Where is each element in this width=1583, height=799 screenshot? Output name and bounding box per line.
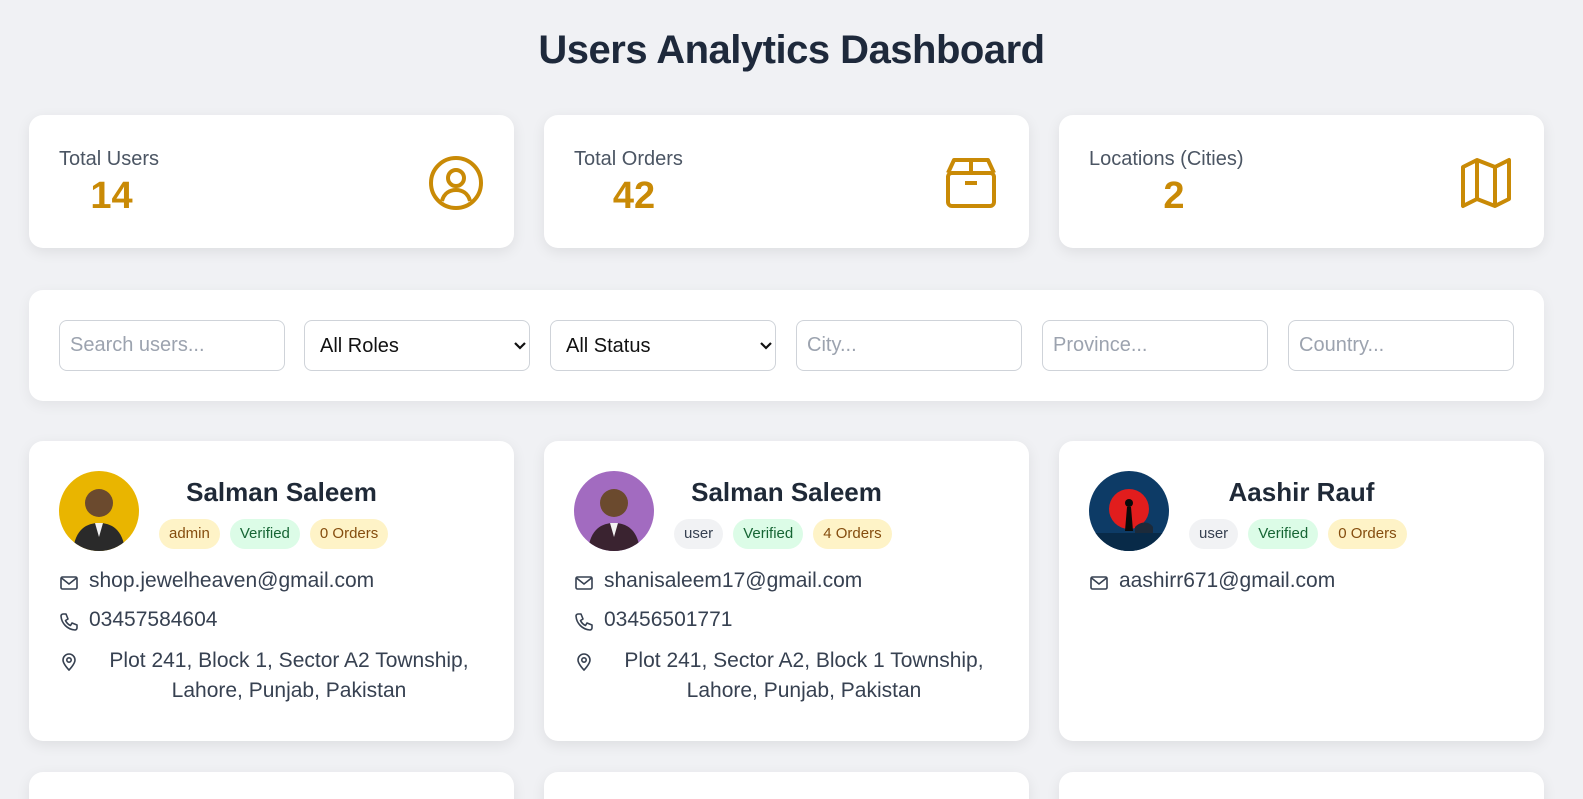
user-card[interactable]: Salman Saleem admin Verified 0 Orders sh…	[29, 441, 514, 741]
mail-icon	[575, 576, 593, 590]
user-card[interactable]: Salman Saleem user Verified 4 Orders sha…	[544, 441, 1029, 741]
status-badge: Verified	[733, 519, 804, 549]
filter-bar: All Roles All Status	[29, 290, 1544, 401]
stat-label: Total Orders	[574, 148, 683, 170]
province-input[interactable]	[1042, 320, 1268, 371]
orders-badge: 4 Orders	[813, 519, 892, 549]
map-icon	[1461, 158, 1511, 208]
user-circle-icon	[429, 156, 483, 210]
city-input[interactable]	[796, 320, 1022, 371]
user-name: Salman Saleem	[691, 477, 882, 507]
user-email: aashirr671@gmail.com	[1119, 569, 1336, 592]
stat-card-total-orders: Total Orders 42	[544, 115, 1029, 248]
user-phone: 03457584604	[89, 608, 218, 631]
avatar	[1089, 471, 1169, 551]
user-name: Aashir Rauf	[1228, 477, 1375, 507]
mail-icon	[1090, 576, 1108, 590]
badge-group: user Verified 0 Orders	[1189, 519, 1407, 549]
stat-value: 2	[1163, 175, 1185, 217]
badge-group: admin Verified 0 Orders	[159, 519, 389, 549]
mail-icon	[60, 576, 78, 590]
orders-badge: 0 Orders	[309, 519, 389, 549]
stat-value: 14	[90, 175, 133, 217]
badge-group: user Verified 4 Orders	[674, 519, 892, 549]
role-badge: user	[1189, 519, 1239, 549]
search-input[interactable]	[59, 320, 285, 371]
orders-badge: 0 Orders	[1328, 519, 1407, 549]
box-icon	[946, 158, 996, 208]
stat-value: 42	[612, 175, 656, 217]
user-card[interactable]: Aashir Rauf user Verified 0 Orders aashi…	[1059, 441, 1544, 741]
stat-card-locations: Locations (Cities) 2	[1059, 115, 1544, 248]
user-address: Plot 241, Block 1, Sector A2 Township, L…	[109, 649, 469, 702]
location-pin-icon	[577, 653, 591, 672]
role-badge: admin	[159, 519, 220, 549]
stat-label: Locations (Cities)	[1089, 148, 1244, 170]
phone-icon	[575, 613, 593, 631]
user-email: shop.jewelheaven@gmail.com	[89, 569, 375, 592]
user-email: shanisaleem17@gmail.com	[604, 569, 863, 592]
stat-label: Total Users	[59, 148, 160, 170]
location-pin-icon	[62, 653, 76, 672]
stat-card-total-users: Total Users 14	[29, 115, 514, 248]
status-select[interactable]: All Status	[550, 320, 776, 371]
user-card[interactable]	[29, 772, 514, 799]
role-badge: user	[674, 519, 724, 549]
user-phone: 03456501771	[604, 608, 733, 631]
user-name: Salman Saleem	[186, 477, 377, 507]
phone-icon	[60, 613, 78, 631]
avatar	[574, 471, 654, 551]
user-card[interactable]	[1059, 772, 1544, 799]
page-title: Users Analytics Dashboard	[538, 28, 1045, 72]
status-badge: Verified	[229, 519, 300, 549]
status-badge: Verified	[1248, 519, 1319, 549]
avatar	[59, 471, 139, 551]
role-select[interactable]: All Roles	[304, 320, 530, 371]
country-input[interactable]	[1288, 320, 1514, 371]
user-address: Plot 241, Sector A2, Block 1 Township, L…	[624, 649, 984, 702]
user-card[interactable]	[544, 772, 1029, 799]
